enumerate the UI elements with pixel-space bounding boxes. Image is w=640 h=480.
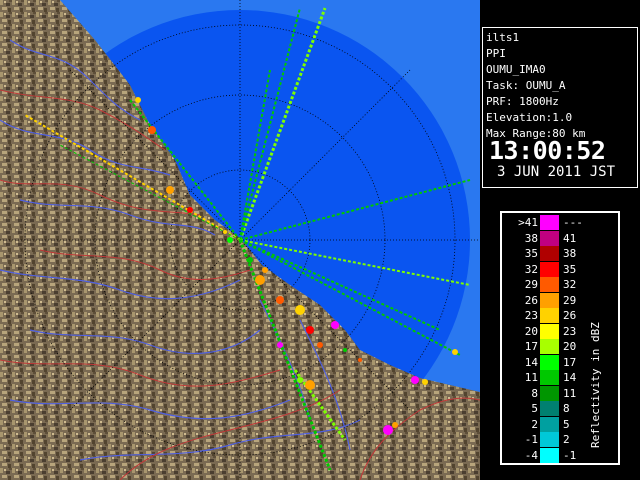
legend-low-value: 38: [524, 231, 538, 245]
reflectivity-legend: >41 --- 38 41 35 38 32 35 29 32 26 29 23 26 20 23 17 20 14…: [500, 211, 620, 465]
echo-cell: [262, 267, 268, 273]
scan-date: 3 JUN 2011 JST: [497, 164, 616, 180]
legend-title: Reflectivity in dBZ: [589, 322, 602, 448]
scan-info-box: ilts1 PPI OUMU_IMA0 Task: OUMU_A PRF: 18…: [482, 27, 638, 188]
prf-label: PRF: 1800Hz: [486, 95, 559, 108]
info-panel: ilts1 PPI OUMU_IMA0 Task: OUMU_A PRF: 18…: [480, 0, 640, 480]
radar-map: [0, 0, 480, 480]
echo-cell: [295, 305, 305, 315]
legend-swatch: [540, 432, 559, 447]
echo-cell: [392, 422, 398, 428]
legend-swatch: [540, 323, 559, 339]
legend-high-value: ---: [563, 216, 583, 229]
legend-high-value: 41: [563, 231, 577, 245]
legend-swatch: [540, 370, 559, 385]
legend-swatch: [540, 292, 559, 308]
legend-high-value: 35: [563, 262, 577, 276]
legend-swatch: [540, 308, 559, 323]
legend-high-value: 38: [563, 247, 577, 260]
echo-cell: [383, 425, 393, 435]
echo-cell: [276, 296, 284, 304]
site-name: ilts1: [486, 31, 520, 44]
task-label: Task: OUMU_A: [486, 79, 566, 92]
legend-low-value: 8: [531, 386, 538, 400]
echo-cell: [305, 380, 315, 390]
legend-high-value: 17: [563, 355, 577, 369]
elevation-label: Elevation:1.0: [486, 111, 573, 124]
legend-low-value: >41: [518, 216, 538, 229]
legend-swatch: [540, 246, 559, 261]
echo-cell: [358, 358, 362, 362]
scan-type: PPI: [486, 47, 506, 60]
echo-cell: [166, 186, 174, 194]
legend-high-value: 20: [563, 340, 577, 353]
legend-high-value: 2: [563, 433, 570, 446]
legend-high-value: 14: [563, 371, 577, 384]
legend-swatch: [540, 230, 559, 246]
legend-low-value: 20: [524, 324, 538, 338]
legend-low-value: 35: [524, 247, 538, 260]
legend-low-value: 17: [524, 340, 538, 353]
echo-cell: [187, 207, 193, 213]
legend-low-value: 14: [524, 355, 538, 369]
legend-high-value: 29: [563, 293, 577, 307]
echo-cell: [135, 97, 141, 103]
legend-high-value: -1: [563, 448, 577, 462]
legend-high-value: 11: [563, 386, 577, 400]
radar-ppi-view[interactable]: [0, 0, 480, 480]
legend-swatch: [540, 447, 559, 463]
legend-swatch: [540, 401, 559, 416]
echo-cell: [247, 257, 253, 263]
legend-low-value: 11: [524, 371, 538, 384]
echo-cell: [343, 348, 347, 352]
legend-high-value: 8: [563, 402, 570, 415]
legend-low-value: -1: [524, 433, 538, 446]
scan-time: 13:00:52: [489, 136, 606, 165]
legend-low-value: -4: [524, 448, 538, 462]
echo-cell: [227, 237, 233, 243]
radar-id: OUMU_IMA0: [486, 63, 546, 76]
legend-low-value: 5: [531, 402, 538, 415]
echo-cell: [223, 230, 227, 234]
echo-cell: [331, 321, 339, 329]
legend-swatch: [540, 416, 559, 432]
echo-cell: [297, 377, 303, 383]
echo-cell: [306, 326, 314, 334]
echo-cell: [148, 126, 156, 134]
legend-high-value: 26: [563, 309, 577, 322]
legend-swatch: [540, 339, 559, 354]
legend-low-value: 23: [524, 309, 538, 322]
legend-swatch: [540, 261, 559, 277]
legend-low-value: 29: [524, 278, 538, 291]
echo-cell: [411, 376, 419, 384]
legend-low-value: 26: [524, 293, 538, 307]
echo-cell: [317, 342, 323, 348]
legend-swatch: [540, 277, 559, 292]
echo-cell: [277, 342, 283, 348]
echo-cell: [452, 349, 458, 355]
legend-swatch: [540, 215, 559, 230]
echo-cell: [255, 275, 265, 285]
legend-low-value: 32: [524, 262, 538, 276]
echo-cell: [422, 379, 428, 385]
legend-swatch: [540, 385, 559, 401]
legend-swatch: [540, 354, 559, 370]
legend-high-value: 5: [563, 417, 570, 431]
legend-high-value: 32: [563, 278, 577, 291]
legend-high-value: 23: [563, 324, 577, 338]
legend-low-value: 2: [531, 417, 538, 431]
